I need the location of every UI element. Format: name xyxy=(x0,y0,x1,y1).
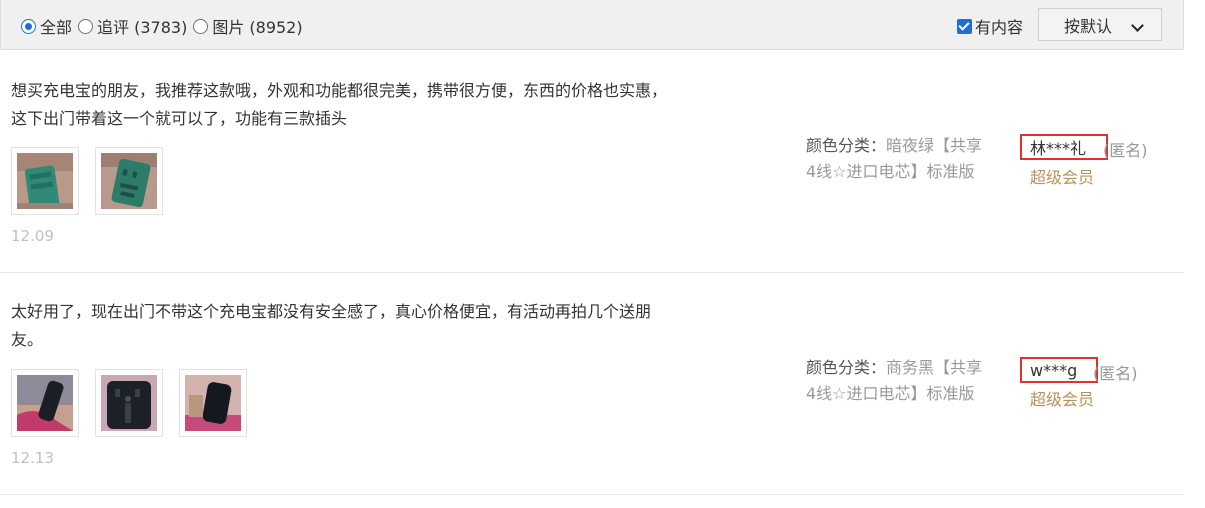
checkbox-checked-icon[interactable] xyxy=(957,18,972,34)
review-text-line: 太好用了，现在出门不带这个充电宝都没有安全感了，真心价格便宜，有活动再拍几个送朋 xyxy=(11,302,652,321)
sku-info: 颜色分类：商务黑【共享 4线☆进口电芯】标准版 xyxy=(806,355,1016,407)
anonymous-tag: (匿名) xyxy=(1093,364,1138,383)
green-powerbank-back-photo xyxy=(101,153,157,209)
filter-followup-label[interactable]: 追评 (3783) xyxy=(97,14,187,38)
radio-checked-icon[interactable] xyxy=(21,18,36,34)
sort-dropdown-label: 按默认 xyxy=(1064,16,1113,36)
vip-badge: 超级会员 xyxy=(1030,168,1095,187)
review-photo-thumbnail[interactable] xyxy=(11,369,79,437)
has-content-label[interactable]: 有内容 xyxy=(975,14,1023,38)
review-photo-thumbnail[interactable] xyxy=(179,369,247,437)
black-powerbank-cables-photo xyxy=(101,375,157,431)
vip-badge: 超级会员 xyxy=(1030,390,1095,409)
green-powerbank-photo xyxy=(17,153,73,209)
sku-label: 颜色分类： xyxy=(806,358,887,377)
sku-value-line2: 4线☆进口电芯】标准版 xyxy=(806,162,975,181)
chevron-down-icon xyxy=(1131,19,1144,32)
filter-images-label[interactable]: 图片 (8952) xyxy=(212,14,302,38)
review-text: 太好用了，现在出门不带这个充电宝都没有安全感了，真心价格便宜，有活动再拍几个送朋… xyxy=(11,298,751,354)
sku-value-line2: 4线☆进口电芯】标准版 xyxy=(806,384,975,403)
sku-value: 商务黑【共享 xyxy=(886,358,983,377)
black-powerbank-photo xyxy=(185,375,241,431)
sku-value: 暗夜绿【共享 xyxy=(886,136,983,155)
filter-radio-group: 全部 追评 (3783) 图片 (8952) xyxy=(21,14,309,38)
review-date: 12.13 xyxy=(11,449,54,467)
sku-label: 颜色分类： xyxy=(806,136,887,155)
reviewer-name: 林***礼 xyxy=(1020,134,1108,160)
anonymous-tag: (匿名) xyxy=(1103,141,1148,160)
sku-info: 颜色分类：暗夜绿【共享 4线☆进口电芯】标准版 xyxy=(806,133,1016,185)
review-text-line: 想买充电宝的朋友，我推荐这款哦，外观和功能都很完美，携带很方便，东西的价格也实惠… xyxy=(11,81,668,100)
review-date: 12.09 xyxy=(11,227,54,245)
filter-all-label[interactable]: 全部 xyxy=(40,14,72,38)
review-photo-thumbnail[interactable] xyxy=(95,369,163,437)
radio-unchecked-icon[interactable] xyxy=(78,18,94,34)
filter-all-radio[interactable]: 全部 xyxy=(21,14,72,38)
review-photo-thumbnail[interactable] xyxy=(11,147,79,215)
review-divider xyxy=(0,272,1184,273)
reviewer-name: w***g xyxy=(1020,357,1098,383)
review-filter-bar: 全部 追评 (3783) 图片 (8952) 有内容 按默认 xyxy=(0,0,1184,50)
has-content-checkbox[interactable]: 有内容 xyxy=(957,14,1023,38)
radio-unchecked-icon[interactable] xyxy=(193,18,209,34)
filter-followup-radio[interactable]: 追评 (3783) xyxy=(78,14,187,38)
review-photo-thumbnail[interactable] xyxy=(95,147,163,215)
review-divider xyxy=(0,494,1184,495)
review-text: 想买充电宝的朋友，我推荐这款哦，外观和功能都很完美，携带很方便，东西的价格也实惠… xyxy=(11,77,751,133)
black-powerbank-hand-photo xyxy=(17,375,73,431)
filter-images-radio[interactable]: 图片 (8952) xyxy=(193,14,303,38)
review-text-line: 这下出门带着这一个就可以了，功能有三款插头 xyxy=(11,109,348,128)
sort-dropdown[interactable]: 按默认 xyxy=(1038,8,1162,41)
review-text-line: 友。 xyxy=(11,330,44,349)
